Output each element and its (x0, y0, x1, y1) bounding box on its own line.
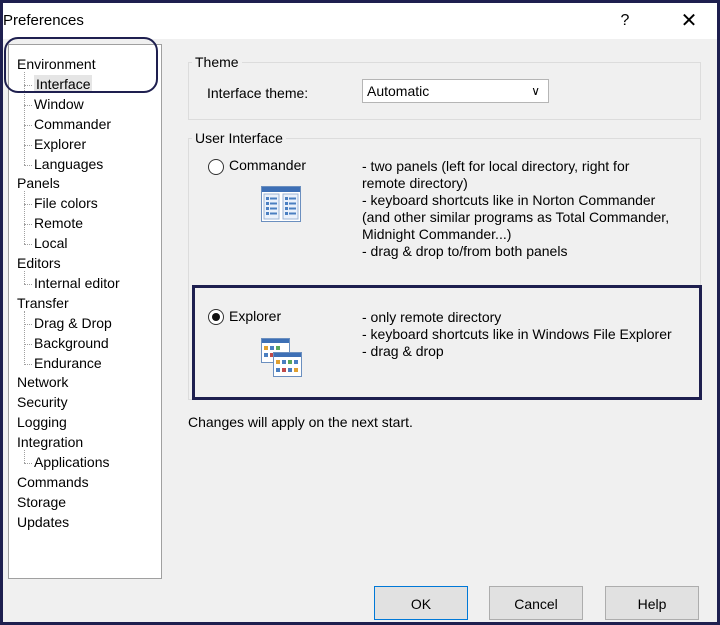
tree-item-endurance[interactable]: Endurance (34, 353, 102, 373)
theme-group-title: Theme (192, 54, 242, 70)
tree-item-label: Endurance (34, 354, 102, 371)
tree-connector (24, 164, 32, 166)
tree-item-file-colors[interactable]: File colors (34, 193, 98, 213)
tree-item-internal-editor[interactable]: Internal editor (34, 273, 120, 293)
tree-connector (24, 191, 25, 245)
tree-item-label: Logging (17, 414, 67, 431)
tree-item-label: Panels (17, 175, 60, 192)
interface-theme-label: Interface theme: (207, 85, 309, 101)
commander-description: - two panels (left for local directory, … (362, 158, 669, 260)
ok-button[interactable]: OK (374, 586, 468, 620)
description-line: - two panels (left for local directory, … (362, 158, 630, 174)
tree-item-label: Explorer (34, 135, 87, 152)
tree-item-logging[interactable]: Logging (17, 412, 67, 432)
explorer-radio-label[interactable]: Explorer (229, 308, 281, 324)
tree-item-security[interactable]: Security (17, 392, 68, 412)
tree-item-label: Commands (17, 473, 89, 490)
interface-theme-value: Automatic (367, 83, 430, 99)
tree-item-applications[interactable]: Applications (34, 452, 110, 472)
description-line: (and other similar programs as Total Com… (362, 209, 670, 225)
tree-item-label: Environment (17, 56, 96, 72)
preferences-tree[interactable]: Environment Interface Window Commander Explo… (8, 44, 162, 579)
restart-note: Changes will apply on the next start. (188, 414, 413, 430)
tree-item-label: Applications (34, 454, 110, 470)
tree-item-label: Languages (34, 155, 104, 172)
tree-item-interface[interactable]: Interface (34, 74, 93, 94)
tree-item-drag-drop[interactable]: Drag & Drop (34, 313, 112, 333)
commander-layout-icon (261, 186, 301, 222)
tree-item-label: Integration (17, 434, 84, 451)
description-line: remote directory) (362, 175, 468, 191)
tree-item-label: Remote (34, 215, 84, 232)
tree-item-network[interactable]: Network (17, 372, 68, 392)
tree-item-label: Editors (17, 255, 61, 271)
tree-connector (24, 363, 32, 365)
description-line: - drag & drop (362, 343, 444, 359)
tree-connector (24, 463, 32, 464)
preferences-window: Preferences ? ✕ Environment Interface Wind… (3, 3, 717, 622)
tree-connector (24, 144, 32, 146)
tree-item-label: Network (17, 374, 69, 391)
explorer-radio[interactable] (208, 309, 224, 325)
tree-item-label: Security (17, 394, 68, 411)
description-line: - keyboard shortcuts like in Norton Comm… (362, 192, 656, 208)
description-line: - drag & drop to/from both panels (362, 243, 568, 259)
tree-item-label: Updates (17, 513, 70, 530)
tree-item-storage[interactable]: Storage (17, 492, 66, 512)
tree-connector (24, 450, 25, 463)
tree-item-editors[interactable]: Editors (17, 253, 61, 273)
chevron-down-icon: ∨ (531, 84, 540, 98)
tree-item-panels[interactable]: Panels (17, 173, 60, 193)
interface-theme-select[interactable]: Automatic ∨ (362, 79, 549, 103)
tree-item-local[interactable]: Local (34, 233, 67, 253)
title-bar: Preferences ? ✕ (3, 3, 717, 39)
explorer-description: - only remote directory - keyboard shortc… (362, 309, 672, 360)
tree-item-environment[interactable]: Environment (17, 54, 96, 74)
tree-connector (24, 310, 25, 364)
help-icon[interactable]: ? (603, 7, 647, 35)
help-button[interactable]: Help (605, 586, 699, 620)
explorer-layout-icon (261, 338, 302, 377)
tree-connector (24, 343, 32, 345)
tree-connector (24, 323, 32, 325)
tree-connector (24, 104, 32, 106)
tree-item-label: Interface (34, 74, 93, 93)
user-interface-group-title: User Interface (192, 130, 286, 146)
close-icon[interactable]: ✕ (667, 7, 711, 35)
tree-connector (24, 72, 25, 165)
tree-connector (24, 204, 32, 206)
tree-item-window[interactable]: Window (34, 94, 84, 114)
tree-connector (24, 124, 32, 126)
tree-item-background[interactable]: Background (34, 333, 109, 353)
window-title: Preferences (3, 12, 84, 29)
tree-item-commander[interactable]: Commander (34, 114, 111, 134)
tree-item-label: Background (34, 334, 109, 351)
tree-item-explorer[interactable]: Explorer (34, 134, 86, 154)
tree-connector (24, 244, 32, 246)
tree-item-commands[interactable]: Commands (17, 472, 89, 492)
tree-item-transfer[interactable]: Transfer (17, 293, 69, 313)
tree-item-label: Local (34, 235, 68, 252)
tree-item-languages[interactable]: Languages (34, 154, 103, 174)
cancel-button[interactable]: Cancel (489, 586, 583, 620)
tree-item-label: Commander (34, 115, 112, 132)
commander-radio[interactable] (208, 159, 224, 175)
tree-item-label: File colors (34, 195, 98, 212)
tree-item-label: Drag & Drop (34, 314, 112, 331)
description-line: - only remote directory (362, 309, 502, 325)
tree-item-label: Window (34, 95, 84, 112)
tree-item-label: Transfer (17, 294, 69, 311)
tree-item-updates[interactable]: Updates (17, 512, 69, 532)
tree-item-label: Internal editor (34, 274, 120, 291)
tree-item-remote[interactable]: Remote (34, 213, 83, 233)
tree-connector (24, 283, 32, 285)
tree-item-integration[interactable]: Integration (17, 432, 83, 452)
commander-radio-label[interactable]: Commander (229, 157, 306, 173)
description-line: - keyboard shortcuts like in Windows Fil… (362, 326, 672, 342)
tree-item-label: Storage (17, 493, 67, 510)
tree-connector (24, 84, 32, 86)
tree-connector (24, 271, 25, 284)
tree-connector (24, 224, 32, 226)
description-line: Midnight Commander...) (362, 226, 512, 242)
